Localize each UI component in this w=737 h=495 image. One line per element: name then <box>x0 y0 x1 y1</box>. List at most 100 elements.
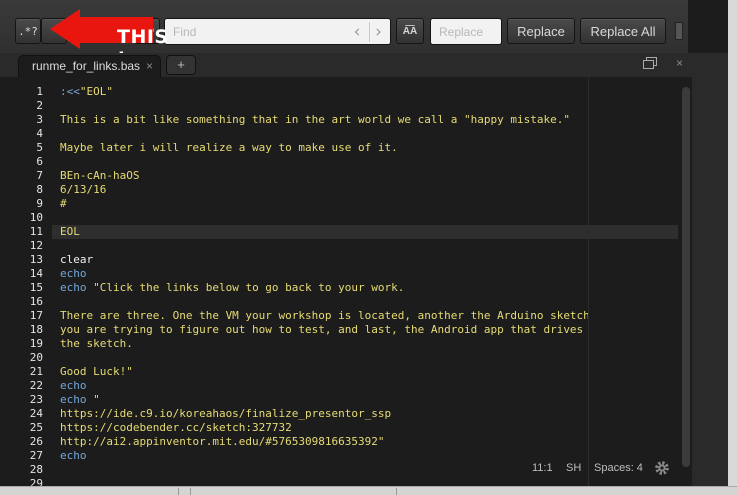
line-number: 18 <box>29 323 43 336</box>
gear-icon[interactable] <box>653 459 671 477</box>
code-line[interactable]: This is a bit like something that in the… <box>60 113 570 127</box>
code-line[interactable]: echo <box>60 267 87 281</box>
editor-status-bar: 11:1 SH Spaces: 4 <box>520 460 680 480</box>
find-previous-button[interactable]: ‹ <box>348 22 366 42</box>
line-number: 23 <box>29 393 43 406</box>
code-token: 6/13/16 <box>60 183 107 196</box>
line-number: 4 <box>36 127 43 140</box>
code-line[interactable]: you are trying to figure out how to test… <box>60 323 583 337</box>
popout-window-icon[interactable] <box>643 57 659 71</box>
line-number: 2 <box>36 99 43 112</box>
line-number: 16 <box>29 295 43 308</box>
line-number: 6 <box>36 155 43 168</box>
code-token: Good Luck!" <box>60 365 133 378</box>
line-number: 7 <box>36 169 43 182</box>
replace-input[interactable] <box>431 19 501 44</box>
code-token: you are trying to figure out how to test… <box>60 323 584 336</box>
code-token: EOL <box>60 225 80 238</box>
code-line[interactable]: clear <box>60 253 93 267</box>
code-line[interactable]: http://ai2.appinventor.mit.edu/#57653098… <box>60 435 385 449</box>
code-token: :<< <box>60 85 80 98</box>
window-edge <box>728 0 737 495</box>
tab-runme-for-links[interactable]: runme_for_links.bas × <box>18 55 161 77</box>
code-token: https://codebender.cc/sketch:327732 <box>60 421 292 434</box>
code-token: echo <box>60 393 94 406</box>
code-line[interactable]: Maybe later i will realize a way to make… <box>60 141 398 155</box>
print-margin <box>588 77 589 486</box>
line-number: 17 <box>29 309 43 322</box>
syntax-mode[interactable]: SH <box>566 462 581 474</box>
cursor-position: 11:1 <box>532 462 553 474</box>
code-content[interactable]: :<<"EOL" This is a bit like something tha… <box>60 77 680 486</box>
replace-all-button[interactable]: Replace All <box>580 18 666 44</box>
code-token: the sketch. <box>60 337 133 350</box>
code-token: This is a bit like something that in the… <box>60 113 570 126</box>
regex-toggle-button[interactable]: .*? <box>15 18 41 44</box>
code-token: echo <box>60 267 87 280</box>
code-token: "EOL" <box>79 85 113 98</box>
line-number: 9 <box>36 197 43 210</box>
code-line[interactable]: BEn-cAn-haOS <box>60 169 139 183</box>
code-token: echo <box>60 281 94 294</box>
line-number: 27 <box>29 449 43 462</box>
find-next-button[interactable]: › <box>369 22 387 42</box>
strip-divider <box>396 488 397 495</box>
line-number: 13 <box>29 253 43 266</box>
tab-close-icon[interactable]: × <box>146 56 153 77</box>
code-token: clear <box>60 253 94 266</box>
preserve-case-toggle-button[interactable]: A͞A <box>396 18 424 44</box>
line-number: 5 <box>36 141 43 154</box>
tab-label: runme_for_links.bas <box>32 59 141 73</box>
code-line[interactable]: the sketch. <box>60 337 133 351</box>
code-line[interactable]: There are three. One the VM your worksho… <box>60 309 590 323</box>
vertical-scrollbar[interactable] <box>682 87 690 467</box>
code-line[interactable]: https://ide.c9.io/koreahaos/finalize_pre… <box>60 407 391 421</box>
line-number: 15 <box>29 281 43 294</box>
line-number: 22 <box>29 379 43 392</box>
replace-button[interactable]: Replace <box>507 18 575 44</box>
code-line[interactable]: Good Luck!" <box>60 365 133 379</box>
replace-field[interactable] <box>430 18 502 45</box>
code-token: There are three. One the VM your worksho… <box>60 309 590 322</box>
panel-close-icon[interactable]: × <box>676 56 683 70</box>
line-number: 21 <box>29 365 43 378</box>
code-token: "Click the links below to go back to you… <box>93 281 405 294</box>
code-line[interactable]: EOL <box>60 225 80 239</box>
line-number: 14 <box>29 267 43 280</box>
find-panel-close-handle[interactable] <box>675 22 683 40</box>
line-number: 10 <box>29 211 43 224</box>
line-number: 8 <box>36 183 43 196</box>
strip-divider <box>178 488 179 495</box>
new-tab-button[interactable]: + <box>166 55 196 75</box>
code-line[interactable]: https://codebender.cc/sketch:327732 <box>60 421 292 435</box>
code-line[interactable]: :<<"EOL" <box>60 85 113 99</box>
line-number: 29 <box>29 477 43 486</box>
code-editor[interactable]: 1 2 3 4 5 6 7 8 9 10 11 12 13 14 15 16 17 18 19 20 21 22 23 24 2… <box>0 77 692 486</box>
line-number: 26 <box>29 435 43 448</box>
line-number: 28 <box>29 463 43 476</box>
code-token: # <box>60 197 67 210</box>
code-line[interactable]: # <box>60 197 67 211</box>
code-token: echo <box>60 449 87 462</box>
strip-divider <box>190 488 191 495</box>
desktop-bottom-strip <box>0 486 737 495</box>
code-token: http://ai2.appinventor.mit.edu/#57653098… <box>60 435 385 448</box>
line-number: 25 <box>29 421 43 434</box>
code-token: Maybe later i will realize a way to make… <box>60 141 398 154</box>
find-field[interactable]: ‹ › <box>164 18 391 45</box>
line-number: 24 <box>29 407 43 420</box>
code-line[interactable]: echo " <box>60 393 100 407</box>
code-token: " <box>93 393 100 406</box>
line-number-gutter: 1 2 3 4 5 6 7 8 9 10 11 12 13 14 15 16 17 18 19 20 21 22 23 24 2… <box>0 77 52 486</box>
annotation-arrow: THIS ! <box>50 9 168 70</box>
code-line[interactable]: echo <box>60 449 87 463</box>
code-line[interactable]: 6/13/16 <box>60 183 106 197</box>
code-line[interactable]: echo <box>60 379 87 393</box>
code-line[interactable]: echo "Click the links below to go back t… <box>60 281 404 295</box>
line-number: 3 <box>36 113 43 126</box>
line-number: 11 <box>29 225 43 238</box>
find-input[interactable] <box>165 19 345 44</box>
line-number: 12 <box>29 239 43 252</box>
indent-setting[interactable]: Spaces: 4 <box>594 462 643 474</box>
code-token: BEn-cAn-haOS <box>60 169 140 182</box>
